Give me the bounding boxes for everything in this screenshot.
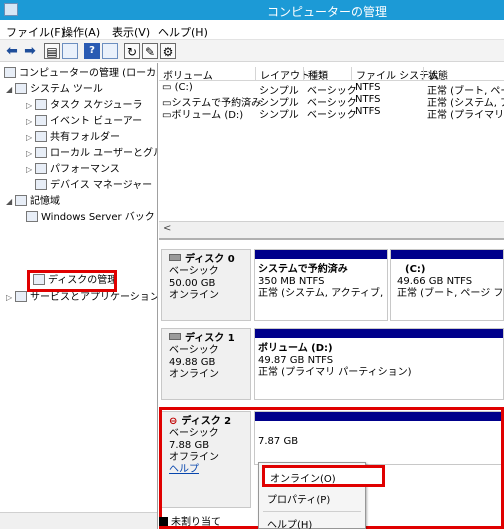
volume-list-header: ボリューム レイアウト 種類 ファイル システム 状態 bbox=[159, 66, 504, 82]
forward-arrow-icon[interactable]: ➡ bbox=[22, 43, 38, 59]
up-folder-icon[interactable]: ▤ bbox=[44, 43, 60, 59]
unallocated-swatch bbox=[159, 517, 168, 526]
column-type[interactable]: 種類 bbox=[303, 67, 328, 82]
expand-triangle-icon[interactable]: ▷ bbox=[6, 290, 15, 306]
collapse-triangle-icon[interactable]: ◢ bbox=[6, 194, 15, 210]
menu-help[interactable]: ヘルプ(H) bbox=[158, 24, 208, 40]
refresh-icon[interactable]: ↻ bbox=[124, 43, 140, 59]
column-layout[interactable]: レイアウト bbox=[255, 67, 310, 82]
show-hide-action-pane-icon[interactable] bbox=[102, 43, 118, 59]
navigation-tree: コンピューターの管理 (ローカル) ◢ システム ツール ▷ タスク スケジューラ … bbox=[0, 63, 158, 529]
menu-view[interactable]: 表示(V) bbox=[112, 24, 150, 40]
expand-triangle-icon[interactable]: ▷ bbox=[26, 114, 35, 130]
tree-horizontal-scrollbar[interactable] bbox=[0, 512, 157, 529]
volume-cell: ▭ボリューム (D:) bbox=[162, 110, 244, 121]
volume-list-horizontal-scrollbar[interactable]: < bbox=[159, 221, 504, 238]
tree-shared-folders[interactable]: ▷ 共有フォルダー bbox=[26, 130, 120, 146]
partition-d[interactable]: ボリューム (D:) 49.87 GB NTFS 正常 (プライマリ パーティシ… bbox=[254, 328, 504, 400]
tree-event-viewer[interactable]: ▷ イベント ビューアー bbox=[26, 114, 142, 130]
computer-icon bbox=[4, 67, 16, 78]
shared-folder-icon bbox=[35, 131, 47, 142]
legend: 未割り当て bbox=[159, 513, 259, 529]
collapse-triangle-icon[interactable]: ◢ bbox=[6, 82, 15, 98]
services-icon bbox=[15, 291, 27, 302]
properties-icon[interactable]: ✎ bbox=[142, 43, 158, 59]
device-manager-icon bbox=[35, 179, 47, 190]
tree-task-scheduler[interactable]: ▷ タスク スケジューラ bbox=[26, 98, 142, 114]
column-status[interactable]: 状態 bbox=[423, 67, 448, 82]
volume-list: ボリューム レイアウト 種類 ファイル システム 状態 ▭ (C:) シンプル … bbox=[159, 63, 504, 240]
help-icon[interactable]: ? bbox=[84, 43, 100, 59]
menu-action[interactable]: 操作(A) bbox=[62, 24, 100, 40]
storage-icon bbox=[15, 195, 27, 206]
partition-bar bbox=[255, 329, 503, 338]
expand-triangle-icon[interactable]: ▷ bbox=[26, 146, 35, 162]
menu-item-properties[interactable]: プロパティ(P) bbox=[267, 491, 330, 506]
window-title: コンピューターの管理 bbox=[266, 5, 387, 19]
tree-root[interactable]: コンピューターの管理 (ローカル) bbox=[4, 66, 157, 82]
clock-icon bbox=[35, 99, 47, 110]
tree-storage[interactable]: ◢ 記憶域 bbox=[6, 194, 60, 210]
toolbar: ⬅ ➡ ▤ ? ↻ ✎ ⚙ bbox=[0, 40, 504, 62]
expand-triangle-icon[interactable]: ▷ bbox=[26, 98, 35, 114]
menu-item-help[interactable]: ヘルプ(H) bbox=[267, 516, 312, 529]
back-arrow-icon[interactable]: ⬅ bbox=[4, 43, 20, 59]
file-system-cell: NTFS bbox=[355, 106, 381, 117]
menu-item-online[interactable]: オンライン(O) bbox=[270, 470, 336, 485]
expand-triangle-icon[interactable]: ▷ bbox=[26, 130, 35, 146]
layout-cell: シンプル bbox=[259, 110, 299, 121]
disk-0-info[interactable]: ディスク 0 ベーシック 50.00 GB オンライン bbox=[161, 249, 251, 321]
partition-bar bbox=[255, 250, 387, 259]
disk-icon bbox=[169, 333, 181, 340]
show-hide-tree-icon[interactable] bbox=[62, 43, 78, 59]
partition-system-reserved[interactable]: システムで予約済み 350 MB NTFS 正常 (システム, アクティブ, プ… bbox=[254, 249, 388, 321]
disk-management-highlight bbox=[27, 270, 117, 292]
tree-services-apps[interactable]: ▷ サービスとアプリケーション bbox=[6, 290, 157, 306]
status-cell: 正常 (プライマリ パー bbox=[427, 110, 504, 121]
menu-separator bbox=[263, 511, 361, 512]
backup-icon bbox=[26, 211, 38, 222]
file-system-cell: NTFS bbox=[355, 82, 381, 93]
partition-bar bbox=[391, 250, 503, 259]
menu-item-online-highlight: オンライン(O) bbox=[262, 465, 385, 487]
tree-windows-server-backup[interactable]: Windows Server バック bbox=[26, 210, 155, 226]
title-bar: コンピューターの管理 bbox=[0, 0, 504, 20]
users-icon bbox=[35, 147, 47, 158]
tree-system-tools[interactable]: ◢ システム ツール bbox=[6, 82, 103, 98]
tools-icon bbox=[15, 83, 27, 94]
volume-icon: ▭ bbox=[162, 82, 175, 93]
expand-triangle-icon[interactable]: ▷ bbox=[26, 162, 35, 178]
tree-performance[interactable]: ▷ パフォーマンス bbox=[26, 162, 120, 178]
tree-device-manager[interactable]: デバイス マネージャー bbox=[35, 178, 152, 194]
scroll-left-icon[interactable]: < bbox=[163, 223, 171, 234]
disk-1-info[interactable]: ディスク 1 ベーシック 49.88 GB オンライン bbox=[161, 328, 251, 400]
disk-icon bbox=[169, 254, 181, 261]
file-system-cell: NTFS bbox=[355, 94, 381, 105]
type-cell: ベーシック bbox=[307, 110, 357, 121]
partition-c[interactable]: (C:) 49.66 GB NTFS 正常 (ブート, ページ ファイル bbox=[390, 249, 504, 321]
menu-file[interactable]: ファイル(F) bbox=[6, 24, 65, 40]
event-viewer-icon bbox=[35, 115, 47, 126]
settings-icon[interactable]: ⚙ bbox=[160, 43, 176, 59]
tree-local-users[interactable]: ▷ローカル ユーザーとグループ bbox=[26, 146, 157, 162]
menu-bar: ファイル(F) 操作(A) 表示(V) ヘルプ(H) bbox=[0, 20, 504, 40]
column-volume[interactable]: ボリューム bbox=[159, 67, 213, 82]
legend-unallocated: 未割り当て bbox=[171, 517, 221, 528]
performance-icon bbox=[35, 163, 47, 174]
volume-cell: ▭ (C:) bbox=[162, 82, 193, 93]
